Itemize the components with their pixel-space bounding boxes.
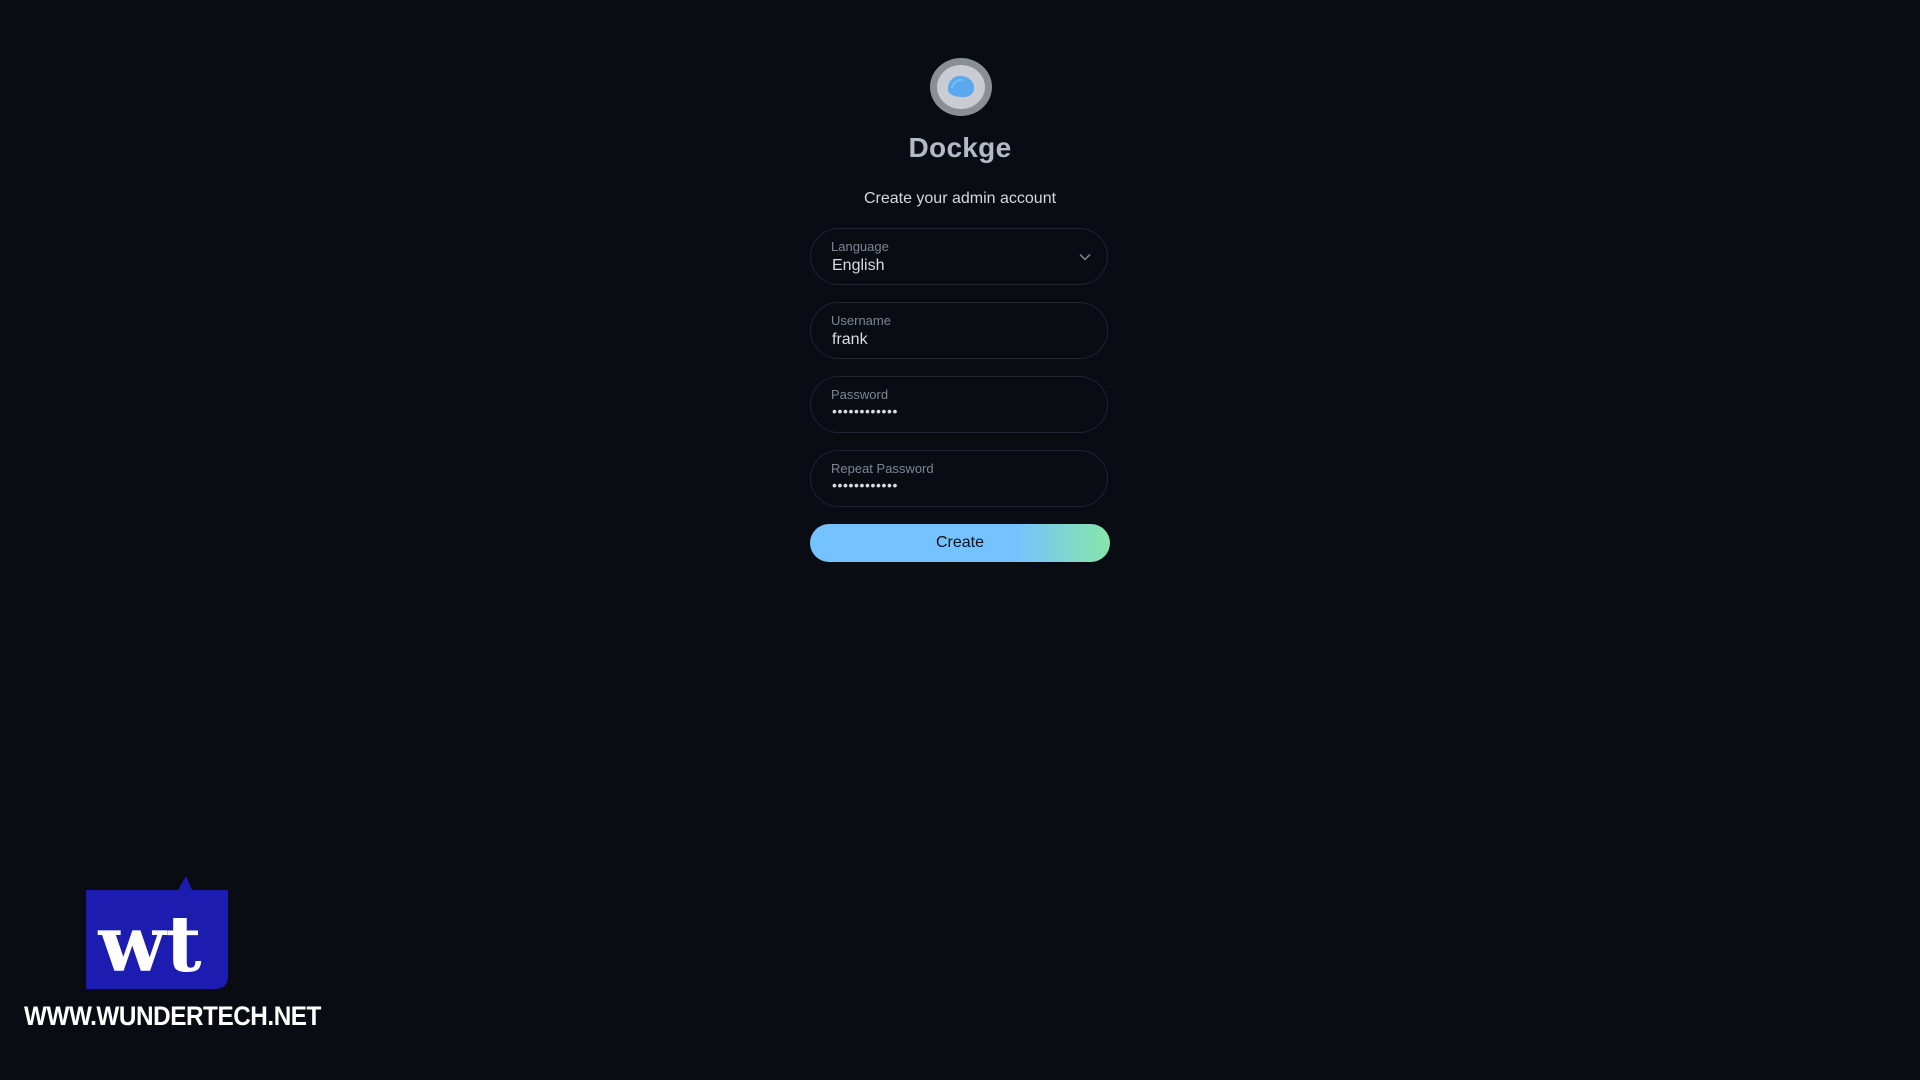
password-label: Password — [831, 387, 889, 402]
username-value[interactable]: frank — [832, 331, 868, 349]
repeat-password-field[interactable]: Repeat Password •••••••••••• — [810, 450, 1108, 507]
password-value[interactable]: •••••••••••• — [832, 403, 898, 419]
page-subtitle: Create your admin account — [863, 190, 1057, 207]
chevron-down-icon[interactable] — [1079, 253, 1091, 261]
dockge-logo-icon — [930, 58, 992, 116]
watermark-url: WWW.WUNDERTECH.NET — [24, 1001, 321, 1031]
language-select[interactable]: Language English — [810, 228, 1108, 285]
create-button[interactable]: Create — [810, 524, 1110, 562]
repeat-password-label: Repeat Password — [831, 461, 934, 476]
username-label: Username — [831, 313, 891, 328]
language-value: English — [832, 257, 885, 274]
language-label: Language — [831, 239, 889, 254]
repeat-password-value[interactable]: •••••••••••• — [832, 477, 898, 493]
watermark-logo-text: wt — [97, 899, 201, 990]
wundertech-logo-icon: wt — [86, 876, 228, 990]
watermark: wt WWW.WUNDERTECH.NET — [22, 876, 321, 1036]
app-title: Dockge — [908, 132, 1012, 163]
username-field[interactable]: Username frank — [810, 302, 1108, 359]
password-field[interactable]: Password •••••••••••• — [810, 376, 1108, 433]
setup-page: Dockge Create your admin account Languag… — [0, 0, 1920, 1080]
